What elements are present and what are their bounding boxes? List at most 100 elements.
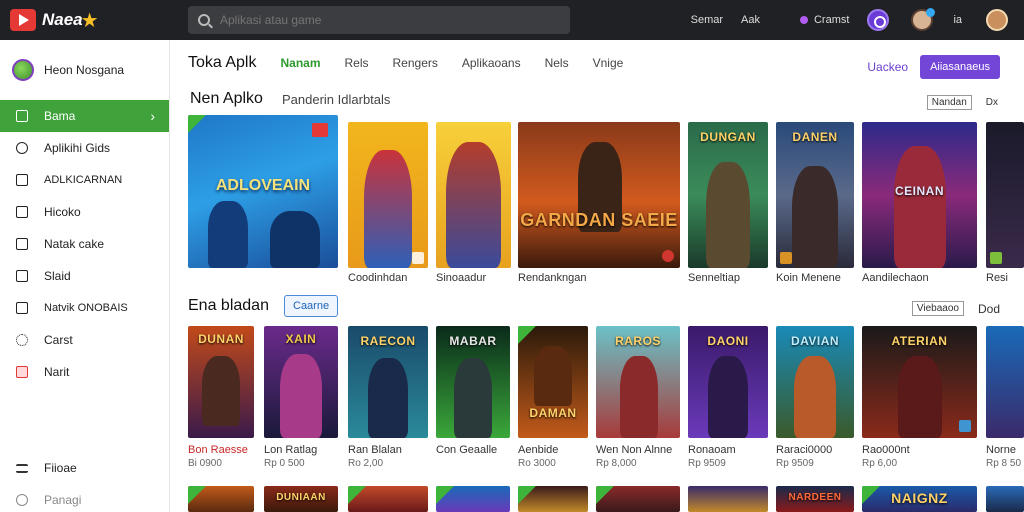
game-card[interactable]: XAIN (264, 326, 338, 438)
featured-app-card[interactable]: ADLOVEAIN (188, 115, 338, 268)
sidebar-profile[interactable]: Heon Nosgana (0, 40, 169, 100)
new-badge (436, 486, 454, 504)
see-all-label[interactable]: Nandan (926, 95, 972, 110)
tab-rengers[interactable]: Rengers (393, 56, 438, 70)
sidebar-item-apps[interactable]: Aplikihi Gids (0, 132, 169, 164)
tab-nanam[interactable]: Nanam (280, 56, 320, 70)
game-card[interactable]: NAIGNZ (862, 486, 977, 512)
app-card[interactable]: DANEN (776, 122, 854, 268)
game-title[interactable]: Wen Non Alnne (596, 444, 680, 456)
game-title[interactable]: Bon Raesse (188, 444, 258, 456)
game-card[interactable] (348, 486, 428, 512)
game-price: Rp 6,00 (862, 458, 898, 469)
game-card[interactable] (688, 486, 768, 512)
search-bar[interactable] (188, 6, 570, 34)
app-card[interactable] (986, 122, 1024, 268)
game-card[interactable] (986, 486, 1024, 512)
game-title[interactable]: Con Geaalle (436, 444, 510, 456)
header-link-1[interactable]: Semar (691, 14, 723, 26)
see-all-more[interactable]: Dx (986, 97, 998, 108)
app-title[interactable]: Sinoaadur (436, 272, 511, 284)
game-price: Rp 9509 (776, 458, 814, 469)
game-title[interactable]: Ran Blalan (348, 444, 428, 456)
app-logo[interactable]: Naea ★ (10, 8, 180, 33)
new-badge (518, 486, 536, 504)
section2-filter-chip[interactable]: Caarne (284, 295, 339, 317)
header-link-2[interactable]: Aak (741, 14, 760, 26)
game-art-title: XAIN (285, 332, 317, 346)
game-card[interactable]: DUNAN (188, 326, 254, 438)
tab-actions: Uackeo Aiiasanaeus (867, 55, 1000, 79)
app-art-title: DUNGAN (700, 130, 756, 144)
sidebar-item-bag[interactable]: Natvik ONOBAIS (0, 292, 169, 324)
avatar[interactable] (911, 8, 936, 31)
game-title[interactable]: Norne (986, 444, 1024, 456)
app-card[interactable] (436, 122, 511, 268)
game-title[interactable]: Raraci0000 (776, 444, 854, 456)
game-card[interactable] (188, 486, 254, 512)
app-title[interactable]: Koin Menene (776, 272, 854, 284)
app-title[interactable]: Resi (986, 272, 1024, 284)
header-icon-label[interactable]: ia (953, 14, 962, 26)
game-card[interactable]: DUNIAAN (264, 486, 338, 512)
category-icon (16, 174, 28, 186)
game-card[interactable]: MABAR (436, 326, 510, 438)
game-title[interactable]: Rao000nt (862, 444, 977, 456)
game-card[interactable] (518, 486, 588, 512)
status-label[interactable]: Cramst (814, 14, 849, 26)
sidebar-item-notifications[interactable]: Narit (0, 356, 169, 388)
section2-see-all[interactable]: Viebaaoo Dod (911, 301, 1000, 316)
game-card[interactable]: RAECON (348, 326, 428, 438)
game-card[interactable]: DAVIAN (776, 326, 854, 438)
app-title[interactable]: Aandilechaon (862, 272, 977, 284)
header-action-link[interactable]: Uackeo (867, 60, 908, 74)
sidebar-item-label: Aplikihi Gids (44, 141, 111, 155)
game-card[interactable] (596, 486, 680, 512)
sidebar-item-grid[interactable]: Slaid (0, 260, 169, 292)
sidebar-item-category[interactable]: ADLKICARNAN (0, 164, 169, 196)
tab-nels[interactable]: Nels (545, 56, 569, 70)
see-all-more[interactable]: Dod (978, 302, 1000, 316)
featured-art-title: ADLOVEAIN (215, 177, 311, 194)
game-card[interactable]: DAMAN (518, 326, 588, 438)
sidebar-item-bama[interactable]: Bama › (0, 100, 169, 132)
search-input[interactable] (220, 13, 550, 27)
sidebar-item-bookmark[interactable]: Natak cake (0, 228, 169, 260)
see-all-label[interactable]: Viebaaoo (911, 301, 964, 316)
app-title[interactable]: Coodinhdan (348, 272, 428, 284)
app-card[interactable] (348, 122, 428, 268)
game-title[interactable]: Ronaoam (688, 444, 768, 456)
sidebar-item-menu[interactable]: Fiioae (0, 452, 170, 484)
app-title[interactable]: Senneltiap (688, 272, 768, 284)
game-title[interactable]: Lon Ratlag (264, 444, 338, 456)
game-price: Ro 3000 (518, 458, 556, 469)
game-card[interactable] (986, 326, 1024, 438)
sidebar-item-help[interactable]: Panagi (0, 484, 170, 512)
section1-see-all[interactable]: Nandan Dx (926, 95, 998, 110)
game-card[interactable]: ATERIAN (862, 326, 977, 438)
game-title[interactable]: Aenbide (518, 444, 588, 456)
profile-avatar[interactable] (986, 9, 1008, 31)
game-card[interactable]: DAONI (688, 326, 768, 438)
app-badge-icon (312, 123, 328, 137)
sidebar-item-books[interactable]: Hicoko (0, 196, 169, 228)
app-title[interactable]: Rendankngan (518, 272, 680, 284)
badge-icon (990, 252, 1002, 264)
tab-aplikaoans[interactable]: Aplikaoans (462, 56, 521, 70)
tab-rels[interactable]: Rels (345, 56, 369, 70)
account-circle-icon[interactable] (867, 9, 890, 31)
game-card[interactable]: NARDEEN (776, 486, 854, 512)
app-card[interactable]: CEINAN (862, 122, 977, 268)
new-badge (596, 486, 614, 504)
character-figure (708, 356, 748, 438)
app-card[interactable]: DUNGAN (688, 122, 768, 268)
tab-vnige[interactable]: Vnige (593, 56, 624, 70)
game-card[interactable]: RAROS (596, 326, 680, 438)
section1-subtitle: Panderin Idlarbtals (282, 92, 391, 107)
game-card[interactable] (436, 486, 510, 512)
grid-icon (16, 270, 28, 282)
sidebar-item-settings[interactable]: Carst (0, 324, 169, 356)
main-content: Toka Aplk Nanam Rels Rengers Aplikaoans … (170, 40, 1024, 512)
app-card[interactable]: GARNDAN SAEIE (518, 122, 680, 268)
primary-action-button[interactable]: Aiiasanaeus (920, 55, 1000, 79)
